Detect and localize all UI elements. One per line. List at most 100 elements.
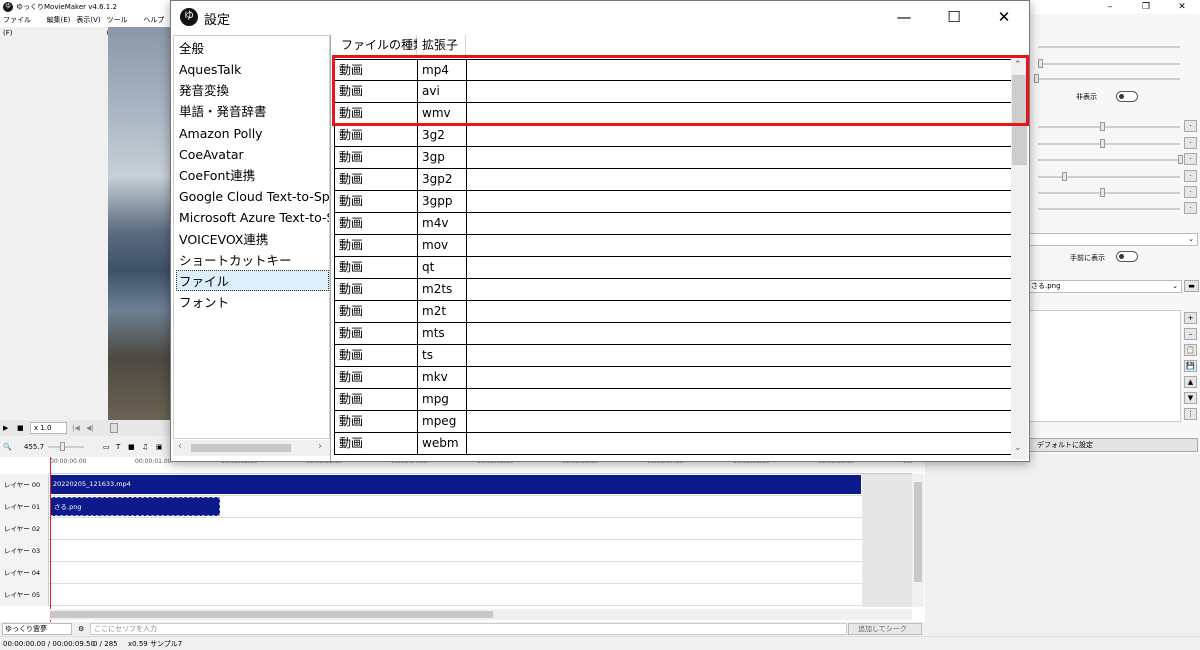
reset-button[interactable]: ·: [1184, 170, 1197, 182]
scroll-left-icon[interactable]: ‹: [178, 441, 182, 452]
video-preview[interactable]: [108, 27, 175, 420]
table-row[interactable]: 動画 3g2: [334, 125, 1011, 147]
extension-cell[interactable]: m2t: [418, 301, 467, 323]
file-type-cell[interactable]: 動画: [334, 323, 418, 345]
property-slider[interactable]: [1038, 46, 1180, 48]
scroll-thumb[interactable]: [191, 444, 291, 452]
layer-row[interactable]: レイヤー 03: [0, 540, 912, 562]
move-up-icon[interactable]: ▲: [1184, 376, 1197, 388]
stop-icon[interactable]: ■: [17, 420, 24, 436]
table-row[interactable]: 動画 mov: [334, 235, 1011, 257]
more-options-icon[interactable]: ⋮: [1184, 408, 1197, 420]
extension-cell[interactable]: mov: [418, 235, 467, 257]
speech-item-icon[interactable]: ▭: [103, 437, 110, 457]
property-slider[interactable]: [1038, 192, 1180, 194]
file-type-cell[interactable]: 動画: [334, 433, 418, 455]
extension-cell[interactable]: mpeg: [418, 411, 467, 433]
table-row[interactable]: 動画 3gp: [334, 147, 1011, 169]
zoom-slider-handle[interactable]: [60, 442, 65, 451]
extension-cell[interactable]: 3g2: [418, 125, 467, 147]
file-type-cell[interactable]: 動画: [334, 345, 418, 367]
extension-cell[interactable]: mts: [418, 323, 467, 345]
playhead[interactable]: [50, 457, 51, 622]
nav-item-dictionary[interactable]: 単語・発音辞書: [179, 101, 267, 122]
slider-handle[interactable]: [1100, 139, 1105, 148]
nav-item-pronunciation[interactable]: 発音変換: [179, 80, 229, 101]
timeline-horizontal-scrollbar[interactable]: [50, 609, 912, 620]
table-row[interactable]: 動画 qt: [334, 257, 1011, 279]
slider-handle[interactable]: [1178, 155, 1183, 164]
dialog-minimize-icon[interactable]: —: [879, 1, 929, 34]
file-type-cell[interactable]: 動画: [334, 301, 418, 323]
file-type-cell[interactable]: 動画: [334, 389, 418, 411]
nav-item-google-tts[interactable]: Google Cloud Text-to-Speech: [179, 186, 329, 207]
menu-file[interactable]: ファイル(F): [3, 14, 40, 37]
extension-cell[interactable]: ts: [418, 345, 467, 367]
folder-open-icon[interactable]: ▬: [1184, 280, 1199, 292]
nav-item-font[interactable]: フォント: [179, 292, 229, 313]
extension-cell[interactable]: m2ts: [418, 279, 467, 301]
slider-handle[interactable]: [1062, 172, 1067, 181]
nav-item-coefont[interactable]: CoeFont連携: [179, 165, 255, 186]
nav-item-file[interactable]: ファイル: [179, 271, 229, 292]
seek-prev-icon[interactable]: ◀|: [86, 420, 94, 436]
timeline[interactable]: 00:00:00.00 00:00:01.00 00:00:02.00 00:0…: [0, 457, 925, 622]
layer-row[interactable]: レイヤー 05: [0, 584, 912, 606]
extension-cell[interactable]: 3gpp: [418, 191, 467, 213]
menu-tools[interactable]: ツール(T): [107, 14, 138, 37]
reset-button[interactable]: ·: [1184, 186, 1197, 198]
zoom-slider[interactable]: [48, 446, 84, 448]
text-item-icon[interactable]: T: [116, 437, 120, 457]
app-minimize-icon[interactable]: –: [1092, 0, 1128, 14]
table-row[interactable]: 動画 m4v: [334, 213, 1011, 235]
menu-edit[interactable]: 編集(E): [46, 14, 70, 27]
video-clip[interactable]: 20220205_121633.mp4: [50, 475, 861, 494]
slider-handle[interactable]: [1100, 188, 1105, 197]
dialog-maximize-icon[interactable]: ☐: [929, 1, 979, 34]
slider-handle[interactable]: [1100, 122, 1105, 131]
file-type-cell[interactable]: 動画: [334, 169, 418, 191]
seek-start-icon[interactable]: |◀: [72, 420, 80, 436]
table-row[interactable]: 動画 mpeg: [334, 411, 1011, 433]
extension-cell[interactable]: webm: [418, 433, 467, 455]
extension-cell[interactable]: mkv: [418, 367, 467, 389]
scroll-thumb[interactable]: [50, 611, 493, 618]
file-type-cell[interactable]: 動画: [334, 125, 418, 147]
copy-effect-icon[interactable]: 📋: [1184, 344, 1197, 356]
front-toggle[interactable]: [1116, 251, 1138, 262]
file-type-cell[interactable]: 動画: [334, 213, 418, 235]
scroll-down-icon[interactable]: ⌄: [1014, 443, 1022, 453]
nav-item-amazon-polly[interactable]: Amazon Polly: [179, 123, 263, 144]
effect-list[interactable]: [1028, 310, 1181, 422]
file-type-cell[interactable]: 動画: [334, 367, 418, 389]
table-row[interactable]: 動画 m2t: [334, 301, 1011, 323]
reset-button[interactable]: ·: [1184, 202, 1197, 214]
save-effect-icon[interactable]: 💾: [1184, 360, 1197, 372]
seek-handle[interactable]: [110, 423, 118, 433]
serif-input[interactable]: ここにセリフを入力: [90, 623, 847, 635]
file-type-cell[interactable]: 動画: [334, 147, 418, 169]
extension-cell[interactable]: m4v: [418, 213, 467, 235]
table-row[interactable]: 動画 mpg: [334, 389, 1011, 411]
add-effect-icon[interactable]: +: [1184, 312, 1197, 324]
image-item-icon[interactable]: ▣: [156, 437, 163, 457]
reset-button[interactable]: ·: [1184, 153, 1197, 165]
column-header-extension[interactable]: 拡張子: [417, 35, 466, 55]
property-slider[interactable]: [1038, 126, 1180, 128]
slider-handle[interactable]: [1034, 74, 1039, 83]
table-row[interactable]: 動画 mkv: [334, 367, 1011, 389]
app-close-icon[interactable]: ✕: [1164, 0, 1200, 14]
blend-mode-select[interactable]: ⌄: [1028, 233, 1198, 246]
file-type-cell[interactable]: 動画: [334, 279, 418, 301]
table-row[interactable]: 動画 ts: [334, 345, 1011, 367]
move-down-icon[interactable]: ▼: [1184, 392, 1197, 404]
file-type-cell[interactable]: 動画: [334, 191, 418, 213]
extension-cell[interactable]: 3gp2: [418, 169, 467, 191]
nav-horizontal-scrollbar[interactable]: ‹ ›: [173, 440, 330, 456]
layer-row[interactable]: レイヤー 02: [0, 518, 912, 540]
reset-button[interactable]: ·: [1184, 120, 1197, 132]
table-row[interactable]: 動画 3gp2: [334, 169, 1011, 191]
property-slider[interactable]: [1038, 159, 1180, 161]
property-slider[interactable]: [1038, 63, 1180, 65]
audio-item-icon[interactable]: ♫: [142, 437, 148, 457]
